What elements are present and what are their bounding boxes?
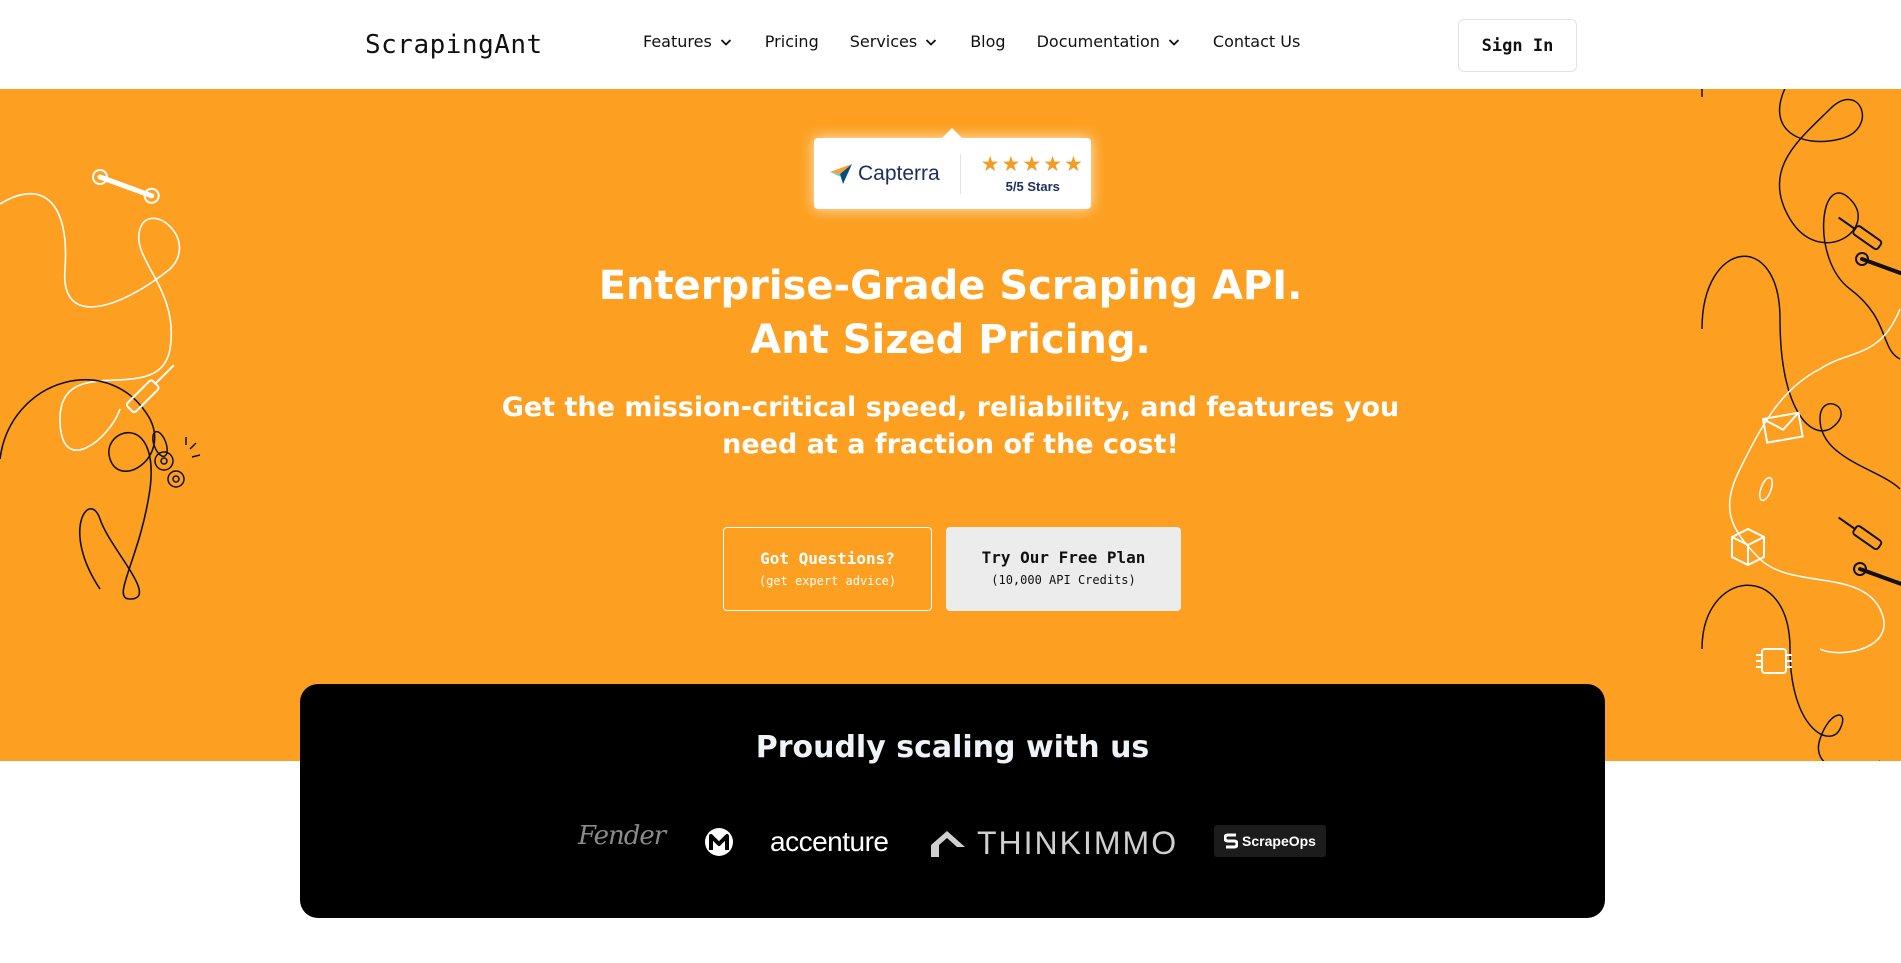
subline-line-1: Get the mission-critical speed, reliabil… bbox=[501, 392, 1400, 423]
capterra-arrow-icon bbox=[830, 163, 852, 184]
wrench-icon bbox=[1853, 562, 1901, 588]
nav-item-services[interactable]: Services bbox=[850, 32, 939, 51]
nav-item-documentation[interactable]: Documentation bbox=[1037, 32, 1182, 51]
sign-in-button[interactable]: Sign In bbox=[1458, 19, 1577, 72]
scrapeops-s-icon bbox=[1224, 833, 1239, 849]
rating: ★★★★★ 5/5 Stars bbox=[980, 151, 1085, 194]
badge-pointer bbox=[942, 128, 962, 138]
m-logo-icon bbox=[705, 828, 733, 856]
thinkimmo-house-icon bbox=[931, 830, 965, 857]
client-logo-m: M bbox=[703, 826, 735, 858]
site-header: ScrapingAnt Features Pricing Services Bl… bbox=[0, 0, 1901, 89]
nav-item-label: Features bbox=[643, 32, 712, 51]
clients-band: Proudly scaling with us Fender M accentu… bbox=[300, 684, 1605, 918]
screwdriver-icon bbox=[1838, 516, 1883, 551]
rating-text: 5/5 Stars bbox=[1005, 178, 1060, 194]
try-free-plan-button[interactable]: Try Our Free Plan (10,000 API Credits) bbox=[946, 527, 1181, 611]
hero-headline: Enterprise-Grade Scraping API. Ant Sized… bbox=[0, 259, 1901, 367]
nav-item-features[interactable]: Features bbox=[643, 32, 734, 51]
accenture-wordmark: accenture bbox=[770, 826, 889, 857]
chevron-down-icon bbox=[720, 38, 731, 46]
wrench-icon bbox=[92, 169, 160, 204]
button-label: Got Questions? bbox=[760, 549, 895, 568]
nav-item-label: Contact Us bbox=[1212, 32, 1301, 51]
hero-subheadline: Get the mission-critical speed, reliabil… bbox=[0, 389, 1901, 463]
box-icon bbox=[1731, 527, 1765, 567]
button-sublabel: (get expert advice) bbox=[758, 574, 897, 588]
thinkimmo-wordmark: THINKIMMO bbox=[977, 825, 1179, 861]
got-questions-button[interactable]: Got Questions? (get expert advice) bbox=[723, 527, 932, 611]
nav-item-pricing[interactable]: Pricing bbox=[765, 32, 819, 51]
screwdriver-icon bbox=[1838, 216, 1883, 251]
clients-title: Proudly scaling with us bbox=[755, 730, 1150, 765]
client-logo-fender: Fender bbox=[578, 821, 666, 851]
client-logo-accenture: accenture bbox=[770, 826, 889, 858]
headline-line-2: Ant Sized Pricing. bbox=[750, 317, 1151, 363]
chevron-down-icon bbox=[1168, 38, 1180, 46]
capterra-rating-badge[interactable]: Capterra ★★★★★ 5/5 Stars bbox=[814, 138, 1091, 209]
site-logo[interactable]: ScrapingAnt bbox=[365, 30, 543, 60]
nav-item-label: Documentation bbox=[1036, 32, 1160, 51]
button-label: Try Our Free Plan bbox=[981, 548, 1146, 567]
nav-item-label: Blog bbox=[970, 32, 1006, 51]
nav-item-label: Pricing bbox=[764, 32, 819, 51]
scrapeops-wordmark: ScrapeOps bbox=[1242, 833, 1316, 849]
hero-section: Capterra ★★★★★ 5/5 Stars Enterprise-Grad… bbox=[0, 89, 1901, 761]
headline-line-1: Enterprise-Grade Scraping API. bbox=[598, 263, 1303, 309]
button-sublabel: (10,000 API Credits) bbox=[991, 573, 1136, 587]
capterra-brand: Capterra bbox=[858, 161, 940, 185]
nav-item-label: Services bbox=[849, 32, 918, 51]
divider bbox=[959, 153, 961, 194]
main-nav: Features Pricing Services Blog Documenta… bbox=[643, 32, 1331, 51]
chevron-down-icon bbox=[926, 38, 937, 46]
nav-item-blog[interactable]: Blog bbox=[970, 32, 1005, 51]
client-logo-thinkimmo: THINKIMMO bbox=[929, 825, 1178, 862]
nav-item-contact-us[interactable]: Contact Us bbox=[1213, 32, 1300, 51]
chip-icon bbox=[1756, 648, 1792, 674]
capterra-logo: Capterra bbox=[830, 162, 940, 186]
client-logo-scrapeops: ScrapeOps bbox=[1214, 825, 1326, 857]
subline-line-2: need at a fraction of the cost! bbox=[722, 429, 1179, 460]
star-rating-icons: ★★★★★ bbox=[980, 151, 1085, 176]
